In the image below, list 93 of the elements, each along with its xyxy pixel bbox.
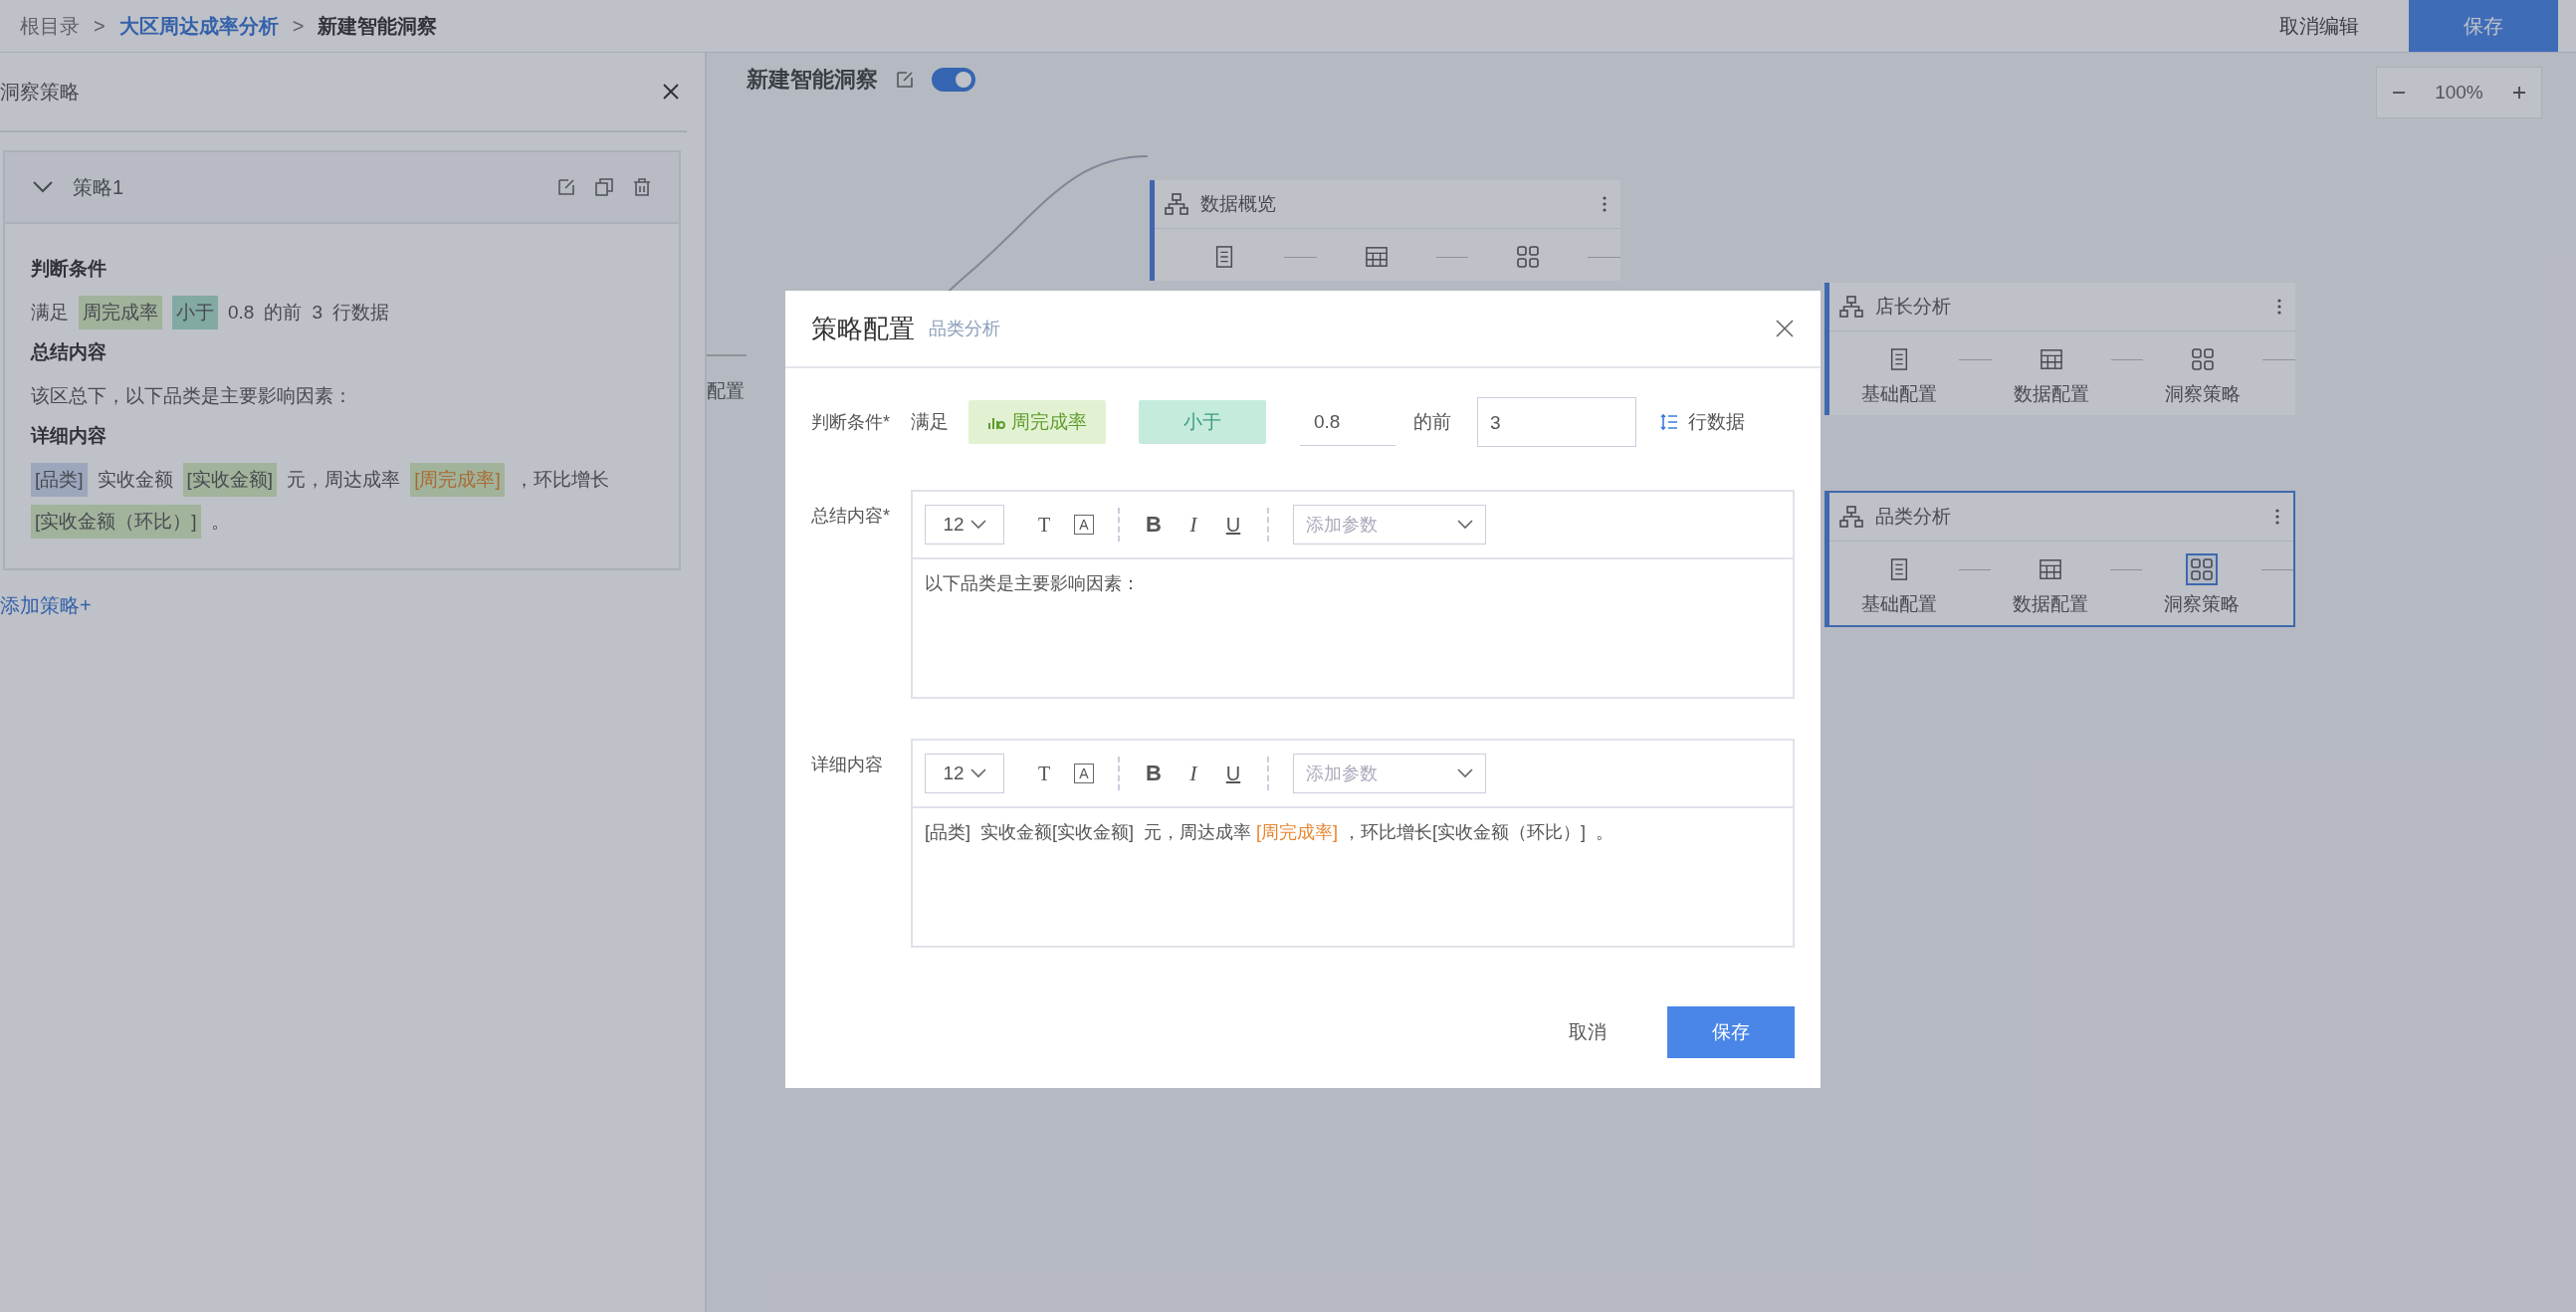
step-label: 基础配置 xyxy=(1861,382,1937,406)
editor-text: [品类] 实收金额[实收金额] 元，周达成率 xyxy=(925,822,1252,842)
dialog-subtitle: 品类分析 xyxy=(929,318,1000,340)
condition-text: 行数据 xyxy=(1688,410,1745,434)
flow-node[interactable]: 数据概览 xyxy=(1150,180,1620,281)
condition-text: 的前 xyxy=(1413,410,1451,434)
delete-icon[interactable] xyxy=(633,178,651,196)
font-size-select[interactable]: 12 xyxy=(925,505,1004,545)
hierarchy-icon xyxy=(1165,193,1188,215)
summary-text: ，环比增长 xyxy=(514,468,609,492)
edit-icon[interactable] xyxy=(557,178,575,196)
value-input[interactable]: 0.8 xyxy=(1300,398,1395,446)
node-title: 品类分析 xyxy=(1875,505,1951,529)
breadcrumb-separator: > xyxy=(292,14,305,38)
param-tag: [实收金额] xyxy=(182,463,278,497)
param-token: [周完成率] xyxy=(1256,822,1339,842)
zoom-level: 100% xyxy=(2435,82,2483,104)
hierarchy-icon xyxy=(1839,296,1863,318)
format-button[interactable]: I xyxy=(1183,512,1203,538)
cancel-button[interactable]: 取消 xyxy=(1548,1019,1627,1045)
summary-text: 该区总下，以下品类是主要影响因素： xyxy=(31,384,352,408)
flow-node[interactable]: 品类分析 基础配置 数据配置 洞察策略 xyxy=(1825,491,2295,627)
format-button[interactable]: B xyxy=(1144,761,1164,786)
format-button[interactable]: I xyxy=(1183,761,1203,786)
rich-text-editor[interactable]: 12 T A B I U 添加参数 以下品类是主要影响因素： xyxy=(911,490,1795,699)
edit-icon[interactable] xyxy=(896,71,914,89)
format-button[interactable]: T xyxy=(1034,762,1054,785)
format-button[interactable]: B xyxy=(1144,512,1164,538)
param-tag: [实收金额（环比）] xyxy=(31,505,201,539)
summary-text: 满足 xyxy=(31,301,69,325)
flow-node[interactable]: 店长分析 基础配置 数据配置 洞察策略 xyxy=(1825,283,2295,415)
step-icon[interactable] xyxy=(2186,553,2218,585)
step-label: 洞察策略 xyxy=(2165,382,2242,406)
connector-line xyxy=(707,354,747,356)
format-button[interactable]: A xyxy=(1074,515,1094,535)
add-strategy-link[interactable]: 添加策略+ xyxy=(0,592,92,619)
caret-icon xyxy=(969,768,986,778)
chevron-icon[interactable] xyxy=(33,181,53,193)
format-button[interactable]: A xyxy=(1074,764,1094,783)
strategy-name: 策略1 xyxy=(73,174,124,200)
section-heading: 判断条件 xyxy=(31,257,107,281)
summary-text: 行数据 xyxy=(332,301,389,325)
param-tag: 小于 xyxy=(172,296,218,329)
format-button[interactable]: T xyxy=(1034,513,1054,537)
editor-text: 以下品类是主要影响因素： xyxy=(925,573,1140,593)
panel-title: 洞察策略 xyxy=(0,79,80,105)
step-label: 数据配置 xyxy=(2013,592,2088,616)
section-heading: 详细内容 xyxy=(31,424,107,448)
insight-title: 新建智能洞察 xyxy=(747,66,878,94)
rich-text-editor[interactable]: 12 T A B I U 添加参数 [品类] 实收金额[实收金额] 元，周达成率 [周完成率] ，环比增长[实收金额（环比）] 。 xyxy=(911,739,1795,948)
section-heading: 总结内容 xyxy=(31,340,107,364)
field-label: 判断条件* xyxy=(811,411,891,434)
caret-icon xyxy=(1457,520,1473,530)
close-icon[interactable] xyxy=(1775,319,1795,338)
param-tag: 周完成率 xyxy=(79,296,162,329)
field-label: 详细内容 xyxy=(811,754,884,776)
node-title: 店长分析 xyxy=(1875,295,1951,319)
more-icon[interactable] xyxy=(2277,299,2281,315)
summary-text: 的前 xyxy=(264,301,303,325)
step-label: 配置 xyxy=(707,379,745,403)
summary-text: 3 xyxy=(312,301,322,325)
step-label: 洞察策略 xyxy=(2164,592,2240,616)
hierarchy-icon xyxy=(1839,506,1863,528)
step-label: 数据配置 xyxy=(2013,382,2089,406)
more-icon[interactable] xyxy=(2275,509,2279,525)
node-title: 数据概览 xyxy=(1200,192,1276,216)
cancel-edit-button[interactable]: 取消编辑 xyxy=(2279,12,2359,40)
breadcrumb-separator: > xyxy=(94,14,106,38)
field-label: 总结内容* xyxy=(811,505,891,528)
param-tag: [品类] xyxy=(31,463,88,497)
param-tag: [周完成率] xyxy=(410,463,505,497)
sort-icon[interactable] xyxy=(1660,413,1678,431)
caret-icon xyxy=(969,520,986,530)
format-button[interactable]: U xyxy=(1223,513,1243,537)
summary-text: 实收金额 xyxy=(97,468,173,492)
font-size-select[interactable]: 12 xyxy=(925,754,1004,793)
format-button[interactable]: U xyxy=(1223,762,1243,785)
copy-icon[interactable] xyxy=(595,178,613,196)
editor-text: ，环比增长[实收金额（环比）] 。 xyxy=(1342,822,1614,842)
more-icon[interactable] xyxy=(1603,196,1607,212)
toggle-switch[interactable] xyxy=(932,68,975,92)
dialog-title: 策略配置 xyxy=(811,312,915,345)
count-input[interactable]: 3 xyxy=(1477,397,1636,447)
summary-text: 元，周达成率 xyxy=(287,468,401,492)
caret-icon xyxy=(1457,768,1473,778)
condition-text: 满足 xyxy=(911,410,949,434)
save-button[interactable]: 保存 xyxy=(1667,1006,1795,1058)
close-icon[interactable] xyxy=(661,82,681,102)
summary-text: 。 xyxy=(210,510,230,534)
zoom-in-icon[interactable] xyxy=(2512,86,2527,100)
summary-text: 0.8 xyxy=(228,301,255,325)
breadcrumb-current: 新建智能洞察 xyxy=(318,13,438,39)
step-label: 基础配置 xyxy=(1861,592,1937,616)
